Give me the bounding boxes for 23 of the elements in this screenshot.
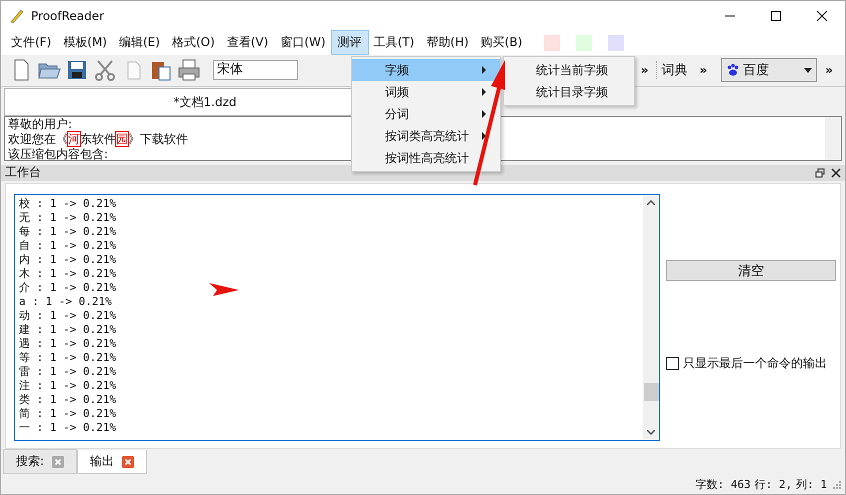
output-line: 简 : 1 -> 0.21% xyxy=(19,406,116,421)
output-line: 一 : 1 -> 0.21% xyxy=(19,420,116,435)
output-line: 动 : 1 -> 0.21% xyxy=(19,308,116,323)
output-line: 每 : 1 -> 0.21% xyxy=(19,224,116,239)
output-line: 建 : 1 -> 0.21% xyxy=(19,322,116,337)
output-line: 等 : 1 -> 0.21% xyxy=(19,350,116,365)
output-line: 校 : 1 -> 0.21% xyxy=(19,196,116,211)
output-line: 自 : 1 -> 0.21% xyxy=(19,238,116,253)
output-line: 类 : 1 -> 0.21% xyxy=(19,392,116,407)
output-line: 无 : 1 -> 0.21% xyxy=(19,210,116,225)
line-number: 行: 2, xyxy=(754,476,792,492)
output-line: 介 : 1 -> 0.21% xyxy=(19,280,116,295)
output-line: 雷 : 1 -> 0.21% xyxy=(19,364,116,379)
character-count: 字数: 463 xyxy=(696,476,751,492)
window-title: ProofReader xyxy=(31,9,104,23)
output-line: 注 : 1 -> 0.21% xyxy=(19,378,116,393)
checkbox-label: 只显示最后一个命令的输出 xyxy=(683,354,827,372)
output-line: 遇 : 1 -> 0.21% xyxy=(19,336,116,351)
panel-title: 工作台 xyxy=(5,164,41,182)
column-number: 列: 1 xyxy=(796,476,827,492)
output-line: 木 : 1 -> 0.21% xyxy=(19,266,116,281)
output-line: 内 : 1 -> 0.21% xyxy=(19,252,116,267)
output-line: a : 1 -> 0.21% xyxy=(19,294,112,309)
